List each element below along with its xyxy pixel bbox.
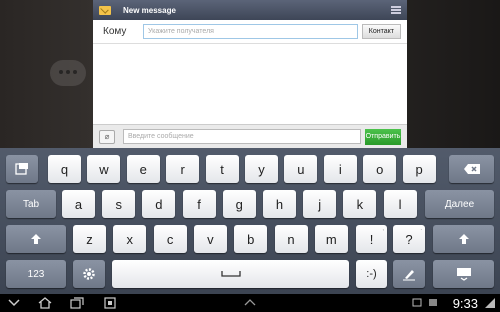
key-e[interactable]: e [126, 155, 160, 183]
key-v[interactable]: v [193, 225, 227, 253]
key-c[interactable]: c [153, 225, 187, 253]
key-z[interactable]: z [73, 225, 106, 253]
key-t[interactable]: t [205, 155, 239, 183]
key-k[interactable]: k [343, 190, 377, 218]
compose-row: ⌀ Введите сообщение Отправить [93, 124, 407, 148]
key-m[interactable]: m [314, 225, 348, 253]
key-p[interactable]: p [402, 155, 436, 183]
key-y[interactable]: y [245, 155, 278, 183]
space-key[interactable] [112, 260, 349, 288]
chat-bubble-icon [50, 60, 86, 86]
send-button[interactable]: Отправить [365, 128, 401, 145]
key-b[interactable]: b [234, 225, 268, 253]
recent-apps-icon[interactable] [70, 297, 84, 309]
key-l[interactable]: l [383, 190, 417, 218]
key-w[interactable]: w [87, 155, 121, 183]
exclamation-key[interactable]: ! , [356, 225, 387, 253]
contact-button[interactable]: Контакт [361, 24, 401, 39]
key-o[interactable]: o [363, 155, 397, 183]
exclamation-label: ! [369, 231, 374, 247]
key-g[interactable]: g [222, 190, 256, 218]
backspace-icon [463, 164, 480, 174]
settings-key[interactable] [73, 260, 105, 288]
question-key[interactable]: ? . [393, 225, 425, 253]
clock-time: 9:33 [452, 296, 478, 311]
message-input[interactable]: Введите сообщение [123, 129, 361, 144]
signal-icon [485, 298, 495, 308]
key-h[interactable]: h [263, 190, 296, 218]
space-icon [220, 271, 241, 277]
key-f[interactable]: f [182, 190, 216, 218]
comma-sublabel: , [382, 226, 384, 232]
paperclip-icon: ⌀ [104, 132, 110, 141]
key-a[interactable]: a [62, 190, 95, 218]
menu-icon[interactable] [391, 6, 401, 14]
shift-icon [31, 234, 41, 244]
shift-icon [458, 234, 469, 244]
handwriting-key[interactable] [393, 260, 425, 288]
screenshot-icon[interactable] [104, 297, 116, 309]
key-d[interactable]: d [142, 190, 176, 218]
back-chevron-icon[interactable] [8, 298, 20, 308]
home-icon[interactable] [38, 297, 52, 309]
key-j[interactable]: j [303, 190, 337, 218]
shift-key-left[interactable] [6, 225, 66, 253]
key-r[interactable]: r [166, 155, 200, 183]
dialog-title-bar: New message [93, 0, 407, 20]
to-label: Кому [103, 26, 127, 37]
keyboard-layout-icon [15, 163, 28, 175]
system-nav-bar: 9:33 [0, 294, 500, 312]
new-message-dialog: New message Кому Укажите получателя Конт… [93, 0, 407, 148]
shift-key-right[interactable] [433, 225, 494, 253]
question-label: ? [405, 231, 413, 247]
attach-button[interactable]: ⌀ [99, 129, 115, 144]
keyboard-notify-icon [412, 298, 422, 307]
next-key[interactable]: Далее [425, 190, 494, 218]
gear-icon [83, 268, 95, 280]
message-thread-area [93, 44, 407, 126]
numbers-key[interactable]: 123 [6, 260, 66, 288]
key-q[interactable]: q [48, 155, 81, 183]
recipient-row: Кому Укажите получателя Контакт [93, 20, 407, 44]
smiley-key[interactable]: :-) [356, 260, 387, 288]
chevron-up-icon[interactable] [244, 298, 256, 306]
dialog-title: New message [123, 5, 176, 15]
notification-icon [429, 299, 437, 306]
hide-keyboard-key[interactable] [433, 260, 494, 288]
recipient-input[interactable]: Укажите получателя [143, 24, 358, 39]
key-x[interactable]: x [113, 225, 147, 253]
key-n[interactable]: n [274, 225, 308, 253]
tab-key[interactable]: Tab [6, 190, 56, 218]
key-u[interactable]: u [284, 155, 318, 183]
key-s[interactable]: s [102, 190, 136, 218]
period-sublabel: . [420, 226, 422, 232]
envelope-icon [99, 5, 111, 15]
keyboard-hide-icon [456, 268, 471, 281]
backspace-key[interactable] [449, 155, 494, 183]
onscreen-keyboard: qwertyuiop Tab asdfghjkl Далее zxcvbnm !… [0, 148, 500, 294]
keyboard-settings-key[interactable] [6, 155, 38, 183]
pen-icon [403, 270, 415, 281]
key-i[interactable]: i [323, 155, 357, 183]
